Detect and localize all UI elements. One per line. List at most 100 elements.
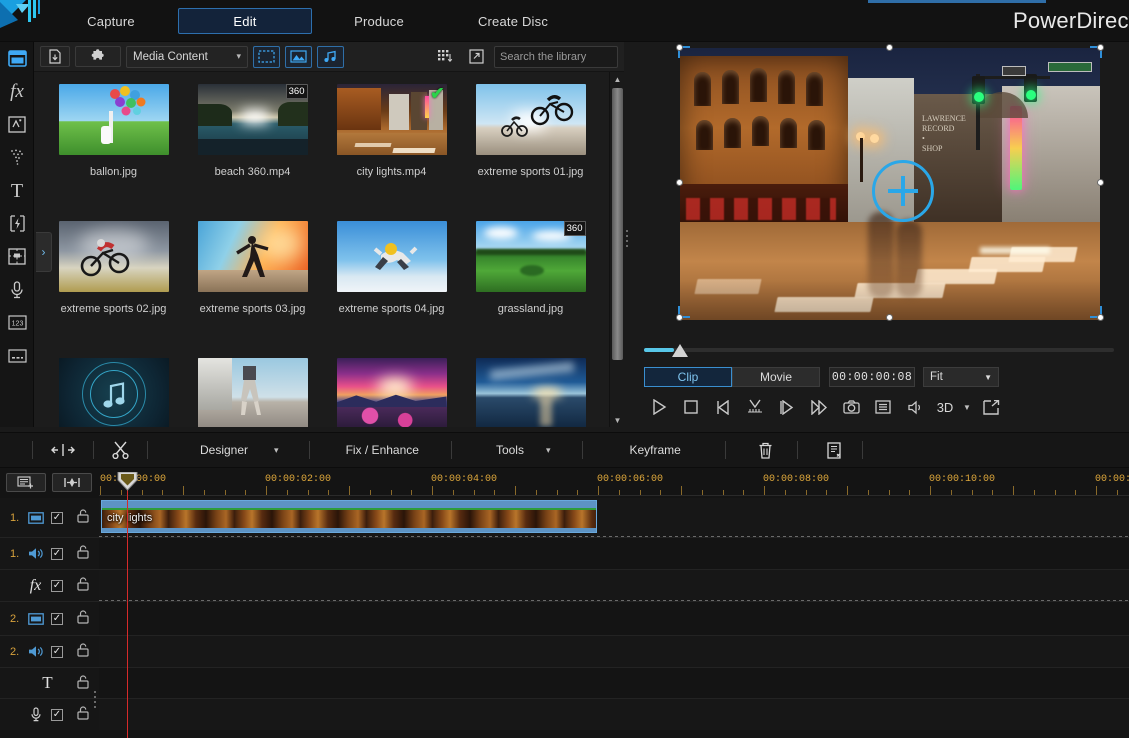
previous-frame-icon[interactable] bbox=[708, 395, 738, 419]
video-filter-icon[interactable] bbox=[253, 45, 280, 68]
timeline-track-title[interactable] bbox=[99, 668, 1129, 699]
track-enable-checkbox[interactable]: ✓ bbox=[51, 511, 63, 524]
sort-grid-icon[interactable] bbox=[432, 46, 458, 68]
sidebar-item-pip-room[interactable] bbox=[0, 240, 34, 273]
resize-handle-tl[interactable] bbox=[676, 44, 683, 51]
track-header-video-1[interactable]: 1. ✓ bbox=[0, 498, 99, 538]
sidebar-item-chapter-room[interactable]: 123 bbox=[0, 306, 34, 339]
unlocked-icon[interactable] bbox=[77, 577, 89, 594]
slider-track[interactable] bbox=[644, 348, 1114, 352]
timeline-track-audio-2[interactable] bbox=[99, 636, 1129, 668]
sidebar-item-transition-room[interactable] bbox=[0, 108, 34, 141]
resize-handle-ml[interactable] bbox=[676, 179, 683, 186]
timeline-track-video-2[interactable] bbox=[94, 602, 1129, 708]
media-thumbnail[interactable] bbox=[336, 221, 447, 292]
import-media-icon[interactable] bbox=[40, 46, 70, 67]
volume-icon[interactable] bbox=[900, 395, 930, 419]
media-item[interactable]: extreme sports 01.jpg bbox=[461, 84, 600, 221]
media-thumbnail[interactable] bbox=[58, 358, 169, 427]
track-header-fx[interactable]: fx ✓ bbox=[0, 570, 99, 602]
media-thumbnail[interactable] bbox=[58, 221, 169, 292]
sidebar-item-fx-room[interactable]: fx bbox=[0, 75, 34, 108]
preview-zoom-dropdown[interactable]: Fit ▼ bbox=[923, 367, 999, 387]
media-thumbnail[interactable] bbox=[197, 221, 308, 292]
play-icon[interactable] bbox=[644, 395, 674, 419]
playback-list-icon[interactable] bbox=[868, 395, 898, 419]
media-thumbnail[interactable]: 360 bbox=[475, 221, 586, 292]
clip-properties-icon[interactable] bbox=[818, 439, 850, 461]
playhead-marker-icon[interactable] bbox=[117, 471, 138, 492]
image-filter-icon[interactable] bbox=[285, 45, 312, 68]
designer-button[interactable]: Designer ▾ bbox=[192, 439, 287, 461]
sidebar-item-title-room[interactable]: T bbox=[0, 174, 34, 207]
unlocked-icon[interactable] bbox=[77, 545, 89, 562]
stop-icon[interactable] bbox=[676, 395, 706, 419]
pop-out-preview-icon[interactable] bbox=[976, 395, 1006, 419]
preview-timecode[interactable]: 00:00:00:08 bbox=[829, 367, 915, 387]
media-thumbnail[interactable] bbox=[475, 358, 586, 427]
media-thumbnail[interactable] bbox=[58, 84, 169, 155]
media-item[interactable]: extreme sports 02.jpg bbox=[44, 221, 183, 358]
sidebar-item-voice-over-room[interactable] bbox=[0, 273, 34, 306]
unlocked-icon[interactable] bbox=[77, 610, 89, 627]
media-thumbnail[interactable] bbox=[197, 358, 308, 427]
track-resize-grip[interactable] bbox=[93, 688, 97, 710]
timeline-track-fx[interactable] bbox=[99, 570, 1129, 602]
3d-chevron-down-icon[interactable]: ▼ bbox=[960, 395, 974, 419]
unlocked-icon[interactable] bbox=[77, 509, 89, 526]
resize-handle-bl[interactable] bbox=[676, 314, 683, 321]
trim-move-icon[interactable] bbox=[43, 439, 83, 461]
tab-produce[interactable]: Produce bbox=[312, 8, 446, 34]
track-header-audio-1[interactable]: 1. ✓ bbox=[0, 538, 99, 570]
slider-knob[interactable] bbox=[672, 344, 688, 357]
sidebar-item-effect-room[interactable] bbox=[0, 207, 34, 240]
track-enable-checkbox[interactable]: ✓ bbox=[51, 612, 63, 625]
track-enable-checkbox[interactable]: ✓ bbox=[51, 645, 63, 658]
scrollbar-thumb[interactable] bbox=[612, 88, 623, 360]
delete-trash-icon[interactable] bbox=[750, 439, 781, 461]
plugin-puzzle-icon[interactable] bbox=[75, 46, 121, 67]
sidebar-item-media-room[interactable] bbox=[0, 42, 34, 75]
media-thumbnail[interactable] bbox=[475, 84, 586, 155]
sidebar-item-particle-room[interactable] bbox=[0, 141, 34, 174]
step-marker-icon[interactable] bbox=[740, 395, 770, 419]
media-thumbnail[interactable] bbox=[336, 358, 447, 427]
media-content-dropdown[interactable]: Media Content ▾ bbox=[126, 45, 248, 68]
scroll-down-icon[interactable]: ▼ bbox=[610, 413, 625, 427]
add-crosshair-icon[interactable] bbox=[872, 160, 934, 222]
media-item[interactable]: extreme sports 03.jpg bbox=[183, 221, 322, 358]
media-item[interactable]: ✔ city lights.mp4 bbox=[322, 84, 461, 221]
media-item[interactable]: extreme sports 04.jpg bbox=[322, 221, 461, 358]
timeline-track-audio-1[interactable] bbox=[99, 538, 1129, 570]
search-input-wrapper[interactable] bbox=[494, 45, 642, 68]
tab-capture[interactable]: Capture bbox=[44, 8, 178, 34]
preview-timeline-slider[interactable] bbox=[644, 342, 1114, 358]
resize-handle-bc[interactable] bbox=[886, 314, 893, 321]
track-manager-icon[interactable] bbox=[6, 472, 46, 492]
keyframe-button[interactable]: Keyframe bbox=[621, 439, 688, 461]
timeline-marker-icon[interactable] bbox=[52, 472, 92, 492]
fast-forward-icon[interactable] bbox=[804, 395, 834, 419]
search-input[interactable] bbox=[500, 50, 642, 63]
next-frame-icon[interactable] bbox=[772, 395, 802, 419]
tab-edit[interactable]: Edit bbox=[178, 8, 312, 34]
track-header-voice[interactable]: ✓ bbox=[0, 699, 99, 730]
unlocked-icon[interactable] bbox=[77, 674, 89, 692]
tools-button[interactable]: Tools ▾ bbox=[488, 439, 559, 461]
tab-create-disc[interactable]: Create Disc bbox=[446, 8, 580, 34]
media-item[interactable] bbox=[183, 358, 322, 427]
scroll-up-icon[interactable]: ▲ bbox=[610, 72, 625, 86]
media-item[interactable] bbox=[44, 358, 183, 427]
preview-video-frame[interactable]: LAWRENCE RECORD • SHOP bbox=[680, 48, 1100, 320]
track-enable-checkbox[interactable]: ✓ bbox=[51, 579, 63, 592]
preview-mode-clip[interactable]: Clip bbox=[644, 367, 732, 387]
expand-panel-icon[interactable] bbox=[463, 46, 489, 68]
audio-filter-icon[interactable] bbox=[317, 45, 344, 68]
track-header-audio-2[interactable]: 2. ✓ bbox=[0, 636, 99, 668]
media-item[interactable]: 360 beach 360.mp4 bbox=[183, 84, 322, 221]
3d-mode-label[interactable]: 3D bbox=[932, 395, 958, 419]
resize-handle-br[interactable] bbox=[1097, 314, 1104, 321]
track-enable-checkbox[interactable]: ✓ bbox=[51, 708, 63, 721]
track-enable-checkbox[interactable]: ✓ bbox=[51, 547, 63, 560]
fix-enhance-button[interactable]: Fix / Enhance bbox=[338, 439, 427, 461]
